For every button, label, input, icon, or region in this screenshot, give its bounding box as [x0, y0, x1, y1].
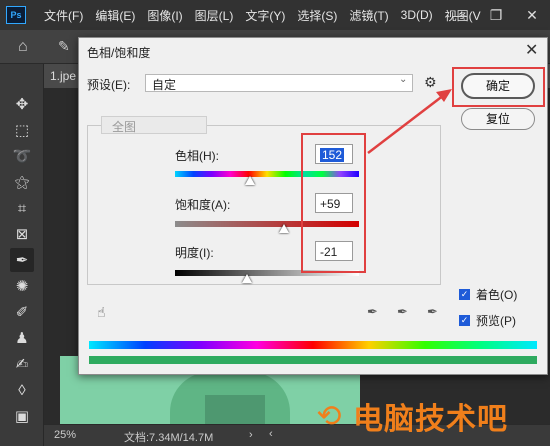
- hue-label: 色相(H):: [175, 149, 219, 163]
- saturation-slider-thumb[interactable]: [278, 224, 289, 233]
- status-menu-arrow-icon[interactable]: ›: [249, 429, 253, 441]
- colorize-checkbox[interactable]: ✓: [459, 289, 470, 300]
- crop-tool-icon[interactable]: ⌗: [10, 196, 34, 220]
- menu-select[interactable]: 选择(S): [297, 7, 337, 24]
- frame-tool-icon[interactable]: ⊠: [10, 222, 34, 246]
- marquee-tool-icon[interactable]: ⬚: [10, 118, 34, 142]
- minimize-button[interactable]: —: [442, 7, 478, 23]
- hue-slider-thumb[interactable]: [245, 176, 256, 185]
- restore-button[interactable]: ❐: [478, 7, 514, 24]
- magic-wand-icon[interactable]: ⚝: [10, 170, 34, 194]
- menu-3d[interactable]: 3D(D): [401, 8, 433, 22]
- gear-icon[interactable]: ⚙: [424, 74, 437, 91]
- lasso-tool-icon[interactable]: ➰: [10, 144, 34, 168]
- channel-select[interactable]: 全图: [101, 116, 207, 134]
- zoom-level[interactable]: 25%: [54, 429, 76, 441]
- menu-file[interactable]: 文件(F): [44, 7, 83, 24]
- tools-panel: ✥ ⬚ ➰ ⚝ ⌗ ⊠ ✒ ✺ ✐ ♟ ✍ ◊ ▣: [0, 64, 44, 446]
- photoshop-logo: Ps: [6, 6, 26, 24]
- watermark: ⟲ 电脑技术吧: [305, 392, 545, 440]
- eyedropper-icon[interactable]: ✒: [10, 248, 34, 272]
- lightness-slider-thumb[interactable]: [241, 274, 252, 283]
- close-icon[interactable]: ✕: [525, 40, 538, 60]
- reset-button[interactable]: 复位: [461, 108, 535, 130]
- menu-edit[interactable]: 编辑(E): [95, 7, 135, 24]
- history-brush-icon[interactable]: ✍: [10, 352, 34, 376]
- preview-option[interactable]: ✓ 预览(P): [459, 312, 516, 329]
- chevron-down-icon[interactable]: ⌄: [399, 74, 407, 85]
- lightness-label: 明度(I):: [175, 246, 214, 260]
- target-adjustment-icon[interactable]: ☝: [97, 304, 106, 321]
- close-window-button[interactable]: ✕: [514, 7, 550, 24]
- healing-brush-icon[interactable]: ✺: [10, 274, 34, 298]
- eyedropper-plus-icon[interactable]: ✒: [397, 304, 408, 320]
- dialog-title: 色相/饱和度: [87, 46, 151, 60]
- adjustment-group: [87, 125, 441, 285]
- eyedropper-icon[interactable]: ✒: [367, 304, 378, 320]
- window-controls: — ❐ ✕: [442, 0, 550, 30]
- menu-layer[interactable]: 图层(L): [195, 7, 234, 24]
- scroll-left-icon[interactable]: ‹: [269, 428, 273, 440]
- menu-bar: Ps 文件(F) 编辑(E) 图像(I) 图层(L) 文字(Y) 选择(S) 滤…: [0, 0, 550, 30]
- menu-filter[interactable]: 滤镜(T): [349, 7, 388, 24]
- stamp-tool-icon[interactable]: ♟: [10, 326, 34, 350]
- move-tool-icon[interactable]: ✥: [10, 92, 34, 116]
- home-icon[interactable]: ⌂: [18, 38, 42, 56]
- output-color-bar: [89, 356, 537, 364]
- preset-select[interactable]: 自定: [145, 74, 413, 92]
- eyedropper-minus-icon[interactable]: ✒: [427, 304, 438, 320]
- eyedropper-tool-icon[interactable]: ✎: [58, 38, 70, 55]
- menu-image[interactable]: 图像(I): [147, 7, 182, 24]
- preview-label: 预览(P): [476, 314, 516, 328]
- document-info: 文档:7.34M/14.7M: [124, 432, 214, 444]
- colorize-option[interactable]: ✓ 着色(O): [459, 286, 517, 303]
- colorize-label: 着色(O): [476, 288, 518, 302]
- gradient-tool-icon[interactable]: ▣: [10, 404, 34, 428]
- watermark-text: 电脑技术吧: [353, 402, 508, 437]
- saturation-label: 饱和度(A):: [175, 198, 231, 212]
- preset-label: 预设(E):: [87, 78, 131, 92]
- preview-checkbox[interactable]: ✓: [459, 315, 470, 326]
- input-color-bar: [89, 341, 537, 349]
- ok-highlight-box: [452, 67, 545, 107]
- eraser-tool-icon[interactable]: ◊: [10, 378, 34, 402]
- brush-tool-icon[interactable]: ✐: [10, 300, 34, 324]
- image-pot: [205, 395, 265, 424]
- watermark-logo-icon: ⟲: [316, 399, 342, 433]
- hue-saturation-dialog: 色相/饱和度 ✕ 预设(E): 自定 ⌄ ⚙ 确定 复位 全图 色相(H): 1…: [78, 37, 548, 375]
- values-highlight-box: [301, 133, 366, 273]
- menu-type[interactable]: 文字(Y): [245, 7, 285, 24]
